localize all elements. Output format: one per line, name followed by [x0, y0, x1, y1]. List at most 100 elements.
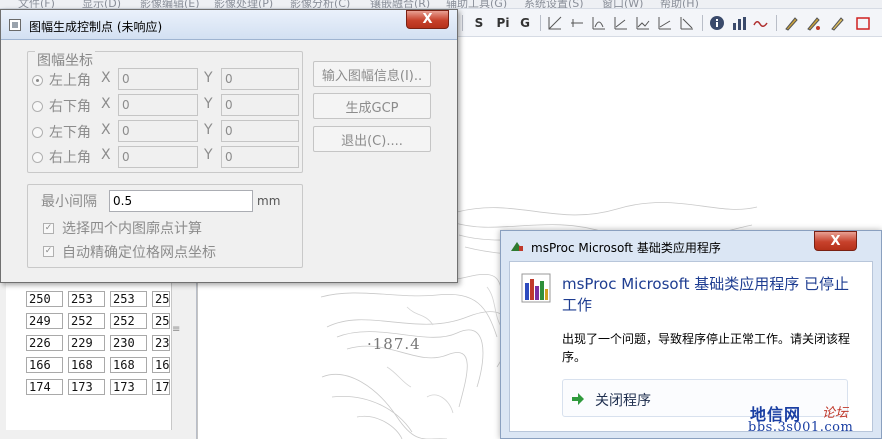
close-program-label: 关闭程序 [595, 393, 651, 409]
close-icon: X [422, 12, 433, 27]
exit-button[interactable]: 退出(C).... [313, 126, 431, 152]
input-map-info-button[interactable]: 输入图幅信息(I).. [313, 61, 431, 87]
triangle-icon[interactable] [656, 14, 674, 32]
menu-window[interactable]: 窗口(W) [602, 0, 643, 8]
table-cell[interactable]: 173 [110, 379, 147, 395]
row-label-bottom-left: 左下角 [49, 125, 91, 141]
table-cell[interactable]: 226 [26, 335, 63, 351]
radio-bottom-left[interactable] [32, 127, 43, 138]
table-cell[interactable]: 23 [152, 335, 170, 351]
app-chart-icon [521, 273, 551, 303]
generate-gcp-button[interactable]: 生成GCP [313, 93, 431, 119]
menu-image-process[interactable]: 影像处理(P) [214, 0, 273, 8]
toolbar-pi-button[interactable]: Pi [492, 14, 514, 32]
table-cell[interactable]: 166 [26, 357, 63, 373]
radio-bottom-right[interactable] [32, 101, 43, 112]
table-cell[interactable]: 174 [26, 379, 63, 395]
menu-display[interactable]: 显示(D) [82, 0, 121, 8]
interval-unit-label: mm [257, 194, 281, 208]
menu-file[interactable]: 文件(F) [18, 0, 55, 8]
checkbox-auto-locate-grid[interactable]: ✓ [43, 246, 54, 257]
hline-icon[interactable] [568, 14, 586, 32]
x-label: X [101, 147, 111, 163]
top-left-x-field[interactable]: 0 [118, 68, 198, 90]
min-interval-field[interactable]: 0.5 [109, 190, 253, 212]
error-dialog-close-button[interactable]: X [814, 231, 857, 251]
toolbar-separator [776, 15, 777, 31]
bottom-right-y-field[interactable]: 0 [221, 94, 299, 116]
table-cell[interactable]: 25 [152, 291, 170, 307]
top-left-y-field[interactable]: 0 [221, 68, 299, 90]
table-cell[interactable]: 168 [68, 357, 105, 373]
toolbar-separator [462, 15, 463, 31]
table-cell[interactable]: 16 [152, 357, 170, 373]
y-label: Y [204, 122, 213, 138]
error-dialog-titlebar[interactable]: msProc Microsoft 基础类应用程序 X [501, 231, 881, 259]
table-cell[interactable]: 173 [68, 379, 105, 395]
table-row: 166 168 168 16 [26, 354, 175, 376]
table-cell[interactable]: 253 [68, 291, 105, 307]
toolbar-s-button[interactable]: S [470, 14, 488, 32]
y-label: Y [204, 96, 213, 112]
bottom-left-y-field[interactable]: 0 [221, 120, 299, 142]
menu-image-analysis[interactable]: 影像分析(C) [290, 0, 350, 8]
pencil-icon[interactable] [828, 14, 846, 32]
gcp-dialog-titlebar[interactable]: 图幅生成控制点 (未响应) X [1, 10, 457, 40]
table-row: 250 253 253 25 [26, 288, 175, 310]
radio-top-left[interactable] [32, 75, 43, 86]
angle-icon[interactable] [612, 14, 630, 32]
table-cell[interactable]: 229 [68, 335, 105, 351]
top-right-y-field[interactable]: 0 [221, 146, 299, 168]
pen-edit-icon[interactable] [804, 14, 822, 32]
row-label-top-left: 左上角 [49, 73, 91, 89]
table-cell[interactable]: 25 [152, 313, 170, 329]
wave-icon[interactable] [752, 14, 770, 32]
menu-help[interactable]: 帮助(H) [660, 0, 699, 8]
checkbox-four-inner-corners[interactable]: ✓ [43, 223, 54, 234]
error-heading: msProc Microsoft 基础类应用程序 已停止工作 [562, 275, 850, 314]
toolbar: S Pi G [458, 9, 882, 37]
toolbar-separator [540, 15, 541, 31]
elevation-label: ·187.4 [367, 335, 421, 353]
y-label: Y [204, 70, 213, 86]
table-cell[interactable]: 17 [152, 379, 170, 395]
value-panel-list: 250 253 253 25 249 252 252 25 226 229 23… [6, 280, 172, 430]
watermark-suffix: 论坛 [822, 406, 849, 421]
menu-tools[interactable]: 辅助工具(G) [446, 0, 507, 8]
close-icon: X [830, 233, 841, 249]
bottom-right-x-field[interactable]: 0 [118, 94, 198, 116]
top-right-x-field[interactable]: 0 [118, 146, 198, 168]
checkbox-four-inner-corners-label: 选择四个内图廓点计算 [62, 221, 202, 237]
corner-icon[interactable] [678, 14, 696, 32]
gcp-dialog: 图幅生成控制点 (未响应) X 图幅坐标 左上角 X 0 Y 0 右下角 X 0… [0, 9, 458, 283]
menu-mosaic[interactable]: 镶嵌融合(R) [370, 0, 430, 8]
menubar: 文件(F) 显示(D) 影像编辑(E) 影像处理(P) 影像分析(C) 镶嵌融合… [0, 0, 882, 9]
table-cell[interactable]: 253 [110, 291, 147, 307]
radio-top-right[interactable] [32, 152, 43, 163]
bottom-left-x-field[interactable]: 0 [118, 120, 198, 142]
table-cell[interactable]: 249 [26, 313, 63, 329]
curve-icon[interactable] [590, 14, 608, 32]
bar-chart-icon[interactable] [730, 14, 748, 32]
corner-coords-legend: 图幅坐标 [35, 50, 95, 70]
chart-line-icon[interactable] [634, 14, 652, 32]
watermark: 地信网 论坛 bbs.3s001.com [748, 399, 882, 439]
gcp-dialog-close-button[interactable]: X [406, 10, 449, 29]
table-cell[interactable]: 168 [110, 357, 147, 373]
row-label-top-right: 右上角 [49, 150, 91, 166]
menu-settings[interactable]: 系统设置(S) [524, 0, 584, 8]
table-cell[interactable]: 252 [110, 313, 147, 329]
table-cell[interactable]: 230 [110, 335, 147, 351]
table-cell[interactable]: 250 [26, 291, 63, 307]
info-icon[interactable] [708, 14, 726, 32]
menu-image-edit[interactable]: 影像编辑(E) [140, 0, 200, 8]
app-icon [9, 19, 21, 31]
pen-icon[interactable] [782, 14, 800, 32]
panel-splitter-handle[interactable]: ≡ [172, 324, 180, 336]
grid-line-icon[interactable] [546, 14, 564, 32]
arrow-right-icon [572, 393, 584, 405]
rectangle-icon[interactable] [854, 14, 872, 32]
error-dialog-title: msProc Microsoft 基础类应用程序 [531, 241, 721, 255]
table-cell[interactable]: 252 [68, 313, 105, 329]
toolbar-g-button[interactable]: G [516, 14, 534, 32]
